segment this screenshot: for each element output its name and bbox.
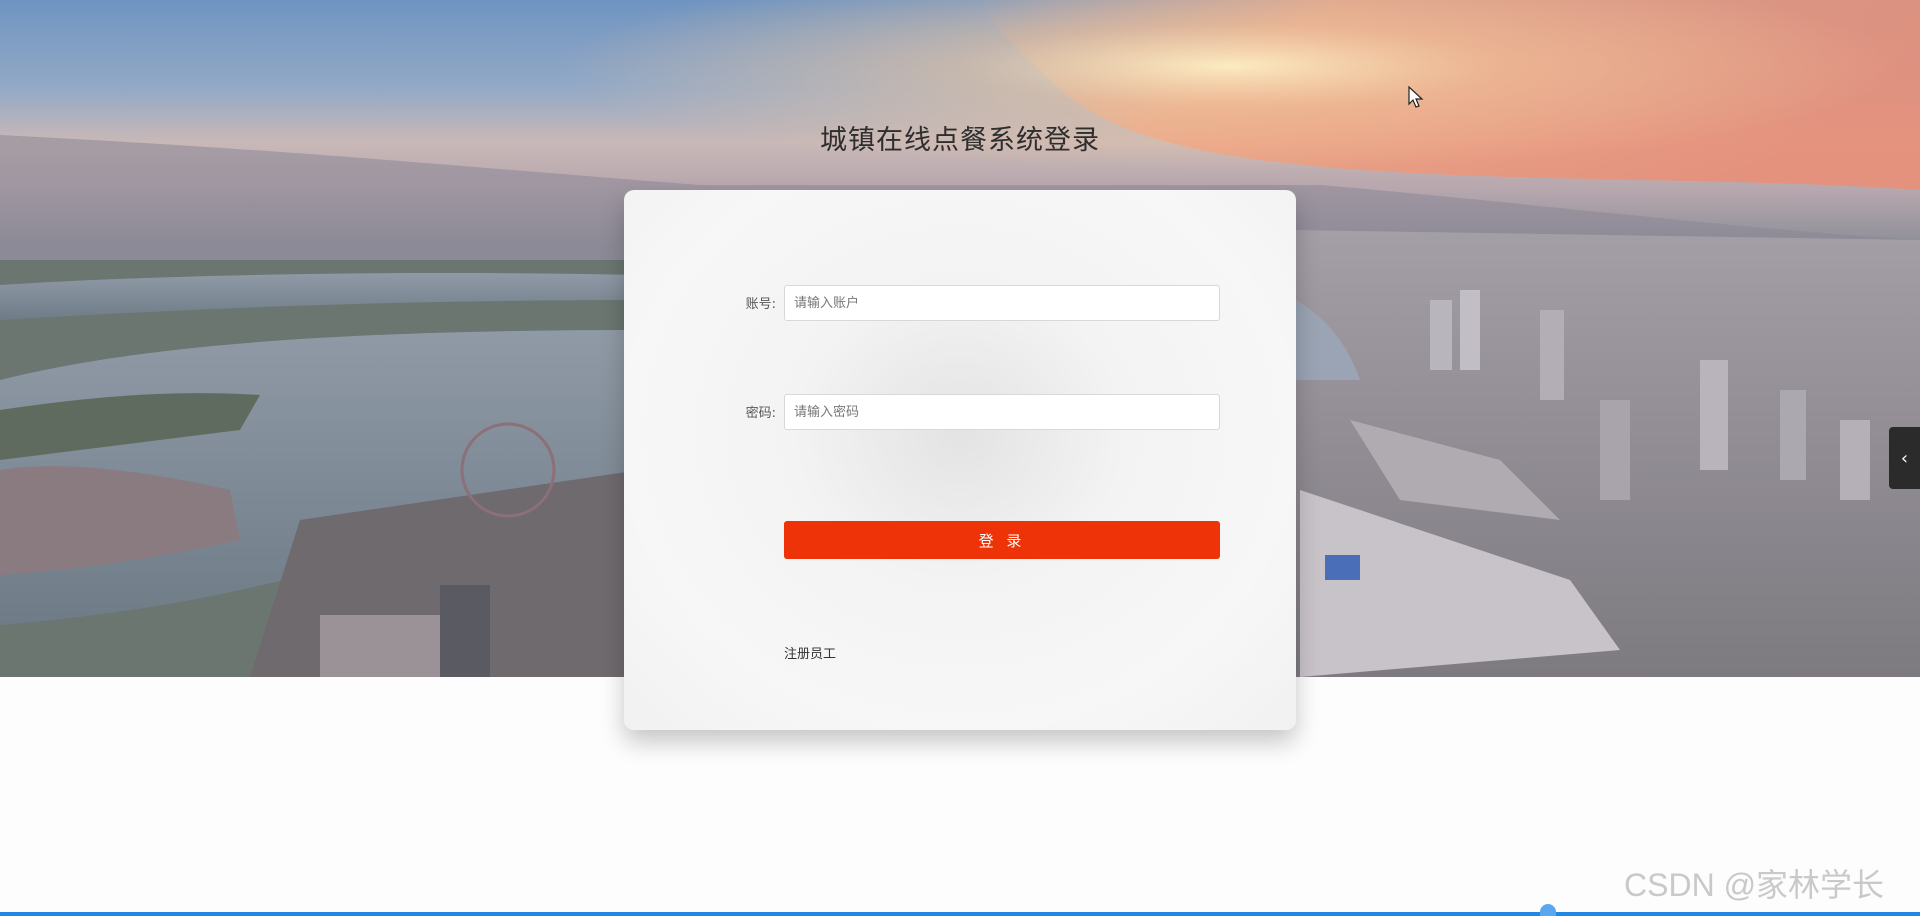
password-row: 密码:	[720, 394, 1220, 430]
login-card: 账号: 密码: 登 录 注册员工	[624, 190, 1296, 730]
register-employee-link[interactable]: 注册员工	[784, 643, 836, 662]
account-label: 账号:	[745, 297, 776, 312]
chevron-left-icon: ‹	[1900, 447, 1909, 469]
page-title: 城镇在线点餐系统登录	[820, 125, 1100, 156]
mouse-cursor-icon	[1408, 86, 1424, 108]
login-button[interactable]: 登 录	[784, 521, 1220, 559]
bottom-handle-icon	[1540, 904, 1556, 916]
account-row: 账号:	[720, 285, 1220, 321]
password-input[interactable]	[784, 394, 1220, 430]
account-input[interactable]	[784, 285, 1220, 321]
side-panel-toggle[interactable]: ‹	[1889, 427, 1920, 489]
watermark-text: CSDN @家林学长	[1624, 867, 1885, 903]
password-label: 密码:	[745, 406, 776, 421]
login-page: 城镇在线点餐系统登录 账号: 密码: 登 录 注册员工 ‹ CSDN @家林学长	[0, 0, 1920, 916]
bottom-accent-bar	[0, 912, 1920, 916]
